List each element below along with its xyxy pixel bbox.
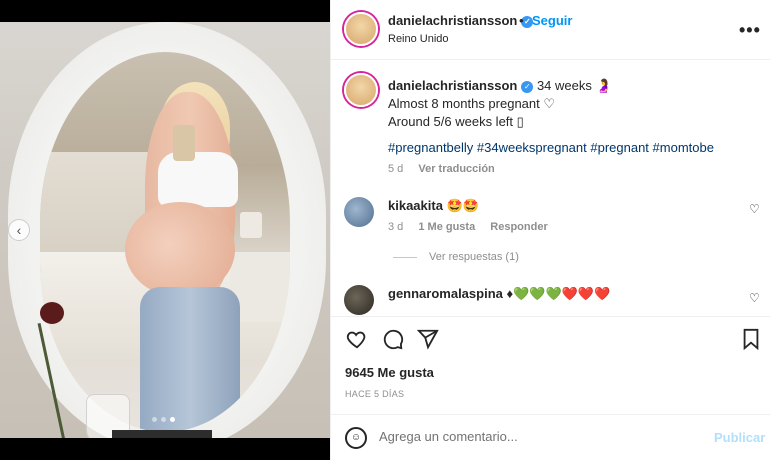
comment-heart-icon[interactable]: ♡ (749, 202, 760, 216)
translate-button[interactable]: Ver traducción (418, 163, 494, 175)
separator-dot: • (519, 13, 524, 28)
emoji-icon[interactable]: ☺ (345, 427, 367, 449)
comment-meta: 3 d 1 Me gusta Responder (388, 221, 560, 233)
caption-avatar[interactable] (344, 73, 378, 107)
verified-badge-icon: ✓ (521, 80, 534, 93)
mirror-reflection (40, 52, 290, 432)
comment-text: 🤩🤩 (446, 198, 479, 213)
reply-button[interactable]: Responder (490, 221, 547, 233)
comment: kikaakita 🤩🤩 (388, 198, 479, 214)
carousel-dot (152, 417, 157, 422)
rose (40, 302, 64, 324)
comment-avatar[interactable] (344, 197, 374, 227)
view-replies-label[interactable]: Ver respuestas (1) (429, 251, 519, 263)
comment: gennaromalaspina ♦💚💚💚❤️❤️❤️ (388, 286, 610, 302)
comment-text: ♦💚💚💚❤️❤️❤️ (506, 286, 611, 301)
carousel-dot (161, 417, 166, 422)
username-text[interactable]: danielachristiansson (388, 13, 517, 28)
comment-avatar[interactable] (344, 285, 374, 315)
more-options-icon[interactable]: ••• (739, 20, 761, 41)
username-link[interactable]: danielachristiansson ✓ (388, 13, 534, 28)
lamp (240, 212, 262, 238)
replies-line (393, 256, 417, 258)
likes-count[interactable]: 9645 Me gusta (345, 365, 434, 380)
follow-button[interactable]: Seguir (532, 13, 572, 28)
post-media: ‹ (0, 0, 330, 460)
avatar[interactable] (344, 12, 378, 46)
comment-username[interactable]: kikaakita (388, 198, 443, 213)
jeans (140, 287, 240, 432)
caption-meta: 5 d Ver traducción (388, 163, 507, 175)
caption-hashtags[interactable]: #pregnantbelly #34weekspregnant #pregnan… (388, 140, 714, 155)
comment-heart-icon[interactable]: ♡ (749, 291, 760, 305)
comments-list[interactable]: danielachristiansson ✓ 34 weeks 🤰 Almost … (331, 61, 770, 315)
bookmark-icon[interactable] (739, 327, 763, 351)
comment-time: 3 d (388, 221, 404, 233)
caption-line-1: 34 weeks 🤰 (536, 78, 612, 93)
carousel-dot-active (170, 417, 175, 422)
caption-time: 5 d (388, 163, 404, 175)
view-replies-button[interactable]: Ver respuestas (1) (393, 251, 519, 263)
add-comment-bar: ☺ Publicar (331, 414, 770, 460)
publish-button[interactable]: Publicar (714, 430, 765, 445)
post-photo[interactable] (0, 22, 330, 438)
chevron-left-icon[interactable]: ‹ (8, 219, 30, 241)
caption-line-3: Around 5/6 weeks left ▯ (388, 114, 524, 129)
caption: danielachristiansson ✓ 34 weeks 🤰 Almost … (388, 77, 758, 131)
carousel-dots (152, 417, 175, 422)
belly (125, 202, 235, 297)
heart-icon[interactable] (345, 327, 369, 351)
action-bar: 9645 Me gusta HACE 5 DÍAS (331, 316, 770, 426)
comment-likes[interactable]: 1 Me gusta (418, 221, 475, 233)
share-icon[interactable] (416, 327, 440, 351)
shirt (158, 152, 238, 207)
caption-username[interactable]: danielachristiansson (388, 78, 517, 93)
post-date: HACE 5 DÍAS (345, 389, 405, 399)
comment-input[interactable] (379, 429, 699, 444)
post-header: danielachristiansson ✓ • Seguir Reino Uni… (331, 0, 770, 60)
comment-icon[interactable] (381, 327, 405, 351)
book (112, 430, 212, 438)
location-link[interactable]: Reino Unido (388, 33, 449, 45)
caption-line-2: Almost 8 months pregnant ♡ (388, 96, 556, 111)
post-panel: danielachristiansson ✓ • Seguir Reino Uni… (330, 0, 770, 460)
phone (173, 125, 195, 161)
comment-username[interactable]: gennaromalaspina (388, 286, 503, 301)
